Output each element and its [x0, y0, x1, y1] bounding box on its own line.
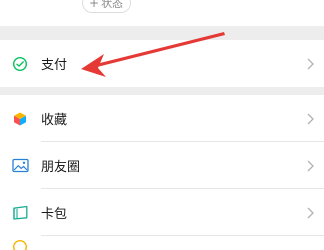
chevron-right-icon	[307, 160, 314, 171]
menu-item-favorites-label: 收藏	[41, 113, 68, 128]
chevron-right-icon	[307, 58, 314, 69]
menu-item-partial[interactable]	[0, 236, 324, 250]
menu-item-moments[interactable]: 朋友圈	[0, 142, 324, 189]
status-label: 状态	[101, 0, 124, 10]
pay-section: 支付	[0, 40, 324, 87]
moments-photo-icon	[11, 157, 29, 175]
services-section: 收藏 朋友圈 卡包	[0, 95, 324, 250]
add-status-button[interactable]: + 状态	[82, 0, 132, 13]
wechat-pay-icon	[11, 55, 29, 73]
favorites-cube-icon	[11, 110, 29, 128]
menu-item-moments-label: 朋友圈	[41, 160, 81, 175]
card-wallet-icon	[11, 204, 29, 222]
chevron-right-icon	[307, 207, 314, 218]
profile-header: + 状态	[0, 0, 324, 26]
emoji-icon	[11, 238, 29, 250]
menu-item-pay-label: 支付	[41, 58, 68, 73]
menu-item-cards-label: 卡包	[41, 207, 68, 222]
menu-item-cards[interactable]: 卡包	[0, 189, 324, 236]
plus-icon: +	[89, 0, 100, 10]
menu-item-favorites[interactable]: 收藏	[0, 95, 324, 142]
chevron-right-icon	[307, 113, 314, 124]
menu-item-pay[interactable]: 支付	[0, 40, 324, 87]
me-screen: + 状态 支付 收藏 朋友圈 卡包	[0, 0, 324, 250]
